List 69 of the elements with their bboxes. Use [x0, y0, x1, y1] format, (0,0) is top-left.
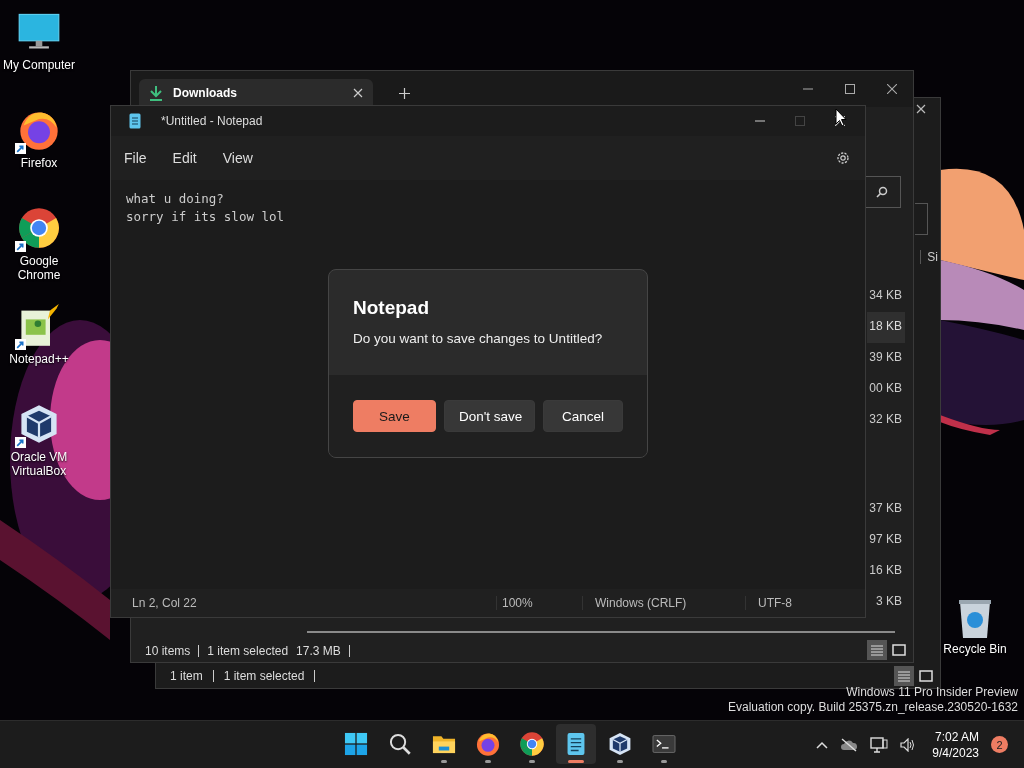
- file-size-cell[interactable]: 18 KB: [867, 312, 905, 343]
- watermark-text: Windows 11 Pro Insider Preview: [846, 685, 1018, 700]
- desktop-icon-label[interactable]: My Computer: [3, 58, 75, 72]
- network-icon[interactable]: [870, 736, 889, 753]
- file-size-cell[interactable]: 16 KB: [867, 556, 905, 587]
- dialog-title: Notepad: [353, 297, 430, 319]
- desktop-icon-label[interactable]: Firefox: [20, 156, 58, 170]
- details-view-icon[interactable]: [870, 644, 884, 656]
- cursor-icon: [835, 108, 847, 127]
- close-icon[interactable]: [916, 104, 926, 114]
- text-line: what u doing?: [126, 190, 225, 208]
- status-text: Windows (CRLF): [582, 596, 745, 610]
- download-icon: [149, 85, 163, 101]
- file-size-cell[interactable]: 32 KB: [867, 405, 905, 436]
- text-line: sorry if its slow lol: [126, 208, 286, 226]
- cloud-icon[interactable]: [840, 737, 859, 752]
- status-text: 10 items: [145, 644, 191, 658]
- desktop-icon-label[interactable]: Notepad++: [9, 352, 69, 366]
- chevron-up-icon[interactable]: [816, 740, 829, 749]
- plus-icon[interactable]: [399, 87, 410, 99]
- windows-logo-icon: [343, 731, 369, 757]
- desktop-icon-label[interactable]: Google Chrome: [0, 254, 78, 282]
- dialog-message: Do you want to save changes to Untitled?: [353, 331, 604, 346]
- desktop-icon-label[interactable]: Recycle Bin: [943, 642, 1007, 656]
- file-size-cell[interactable]: 39 KB: [867, 343, 905, 374]
- status-text: 1 item selected: [223, 669, 305, 683]
- maximize-icon[interactable]: [845, 84, 855, 94]
- dialog-button[interactable]: Cancel: [543, 400, 623, 432]
- taskbar-app-button[interactable]: [556, 724, 596, 764]
- status-text: 100%: [496, 596, 582, 610]
- watermark-text: Evaluation copy. Build 25375.zn_release.230520-1632: [728, 700, 1018, 715]
- file-size-cell[interactable]: 3 KB: [867, 587, 905, 618]
- status-text: Ln 2, Col 22: [131, 596, 198, 610]
- cube-icon: [607, 731, 633, 757]
- chrome-icon: [17, 206, 61, 250]
- clock-time[interactable]: 7:02 AM: [934, 728, 979, 745]
- file-size-cell[interactable]: 00 KB: [867, 374, 905, 405]
- scrollbar[interactable]: [307, 631, 895, 633]
- tiles-view-icon[interactable]: [892, 644, 906, 656]
- menu-item[interactable]: Edit: [172, 150, 197, 166]
- firefox-icon: [475, 731, 501, 757]
- status-text: 1 item: [170, 669, 203, 683]
- menu-item[interactable]: View: [222, 150, 253, 166]
- address-field[interactable]: [915, 203, 928, 235]
- chrome-icon: [519, 731, 545, 757]
- menu-item[interactable]: File: [124, 150, 147, 166]
- dialog-button[interactable]: Save: [353, 400, 436, 432]
- file-size-cell[interactable]: 97 KB: [867, 525, 905, 556]
- search-icon: [387, 731, 413, 757]
- details-view-icon[interactable]: [897, 670, 911, 682]
- close-icon[interactable]: [835, 116, 845, 126]
- status-text: 17.3 MB: [296, 644, 341, 658]
- tiles-view-icon[interactable]: [919, 670, 933, 682]
- folder-tab[interactable]: Downloads: [139, 79, 373, 107]
- file-size-cell[interactable]: 37 KB: [867, 494, 905, 525]
- notification-badge[interactable]: 2: [991, 736, 1008, 753]
- file-size-cell[interactable]: 34 KB: [867, 281, 905, 312]
- dialog-button[interactable]: Don't save: [443, 400, 535, 432]
- status-text: 1 item selected: [207, 644, 289, 658]
- clock-date[interactable]: 9/4/2023: [932, 744, 979, 761]
- notepad-icon: [129, 113, 141, 129]
- column-header[interactable]: Si: [920, 250, 938, 264]
- close-icon[interactable]: [887, 84, 897, 94]
- settings-icon[interactable]: [835, 150, 851, 166]
- close-icon[interactable]: [353, 88, 363, 98]
- speaker-icon[interactable]: [900, 737, 917, 752]
- window-title: *Untitled - Notepad: [161, 114, 263, 128]
- search-icon: [876, 186, 888, 198]
- status-text: UTF-8: [745, 596, 792, 610]
